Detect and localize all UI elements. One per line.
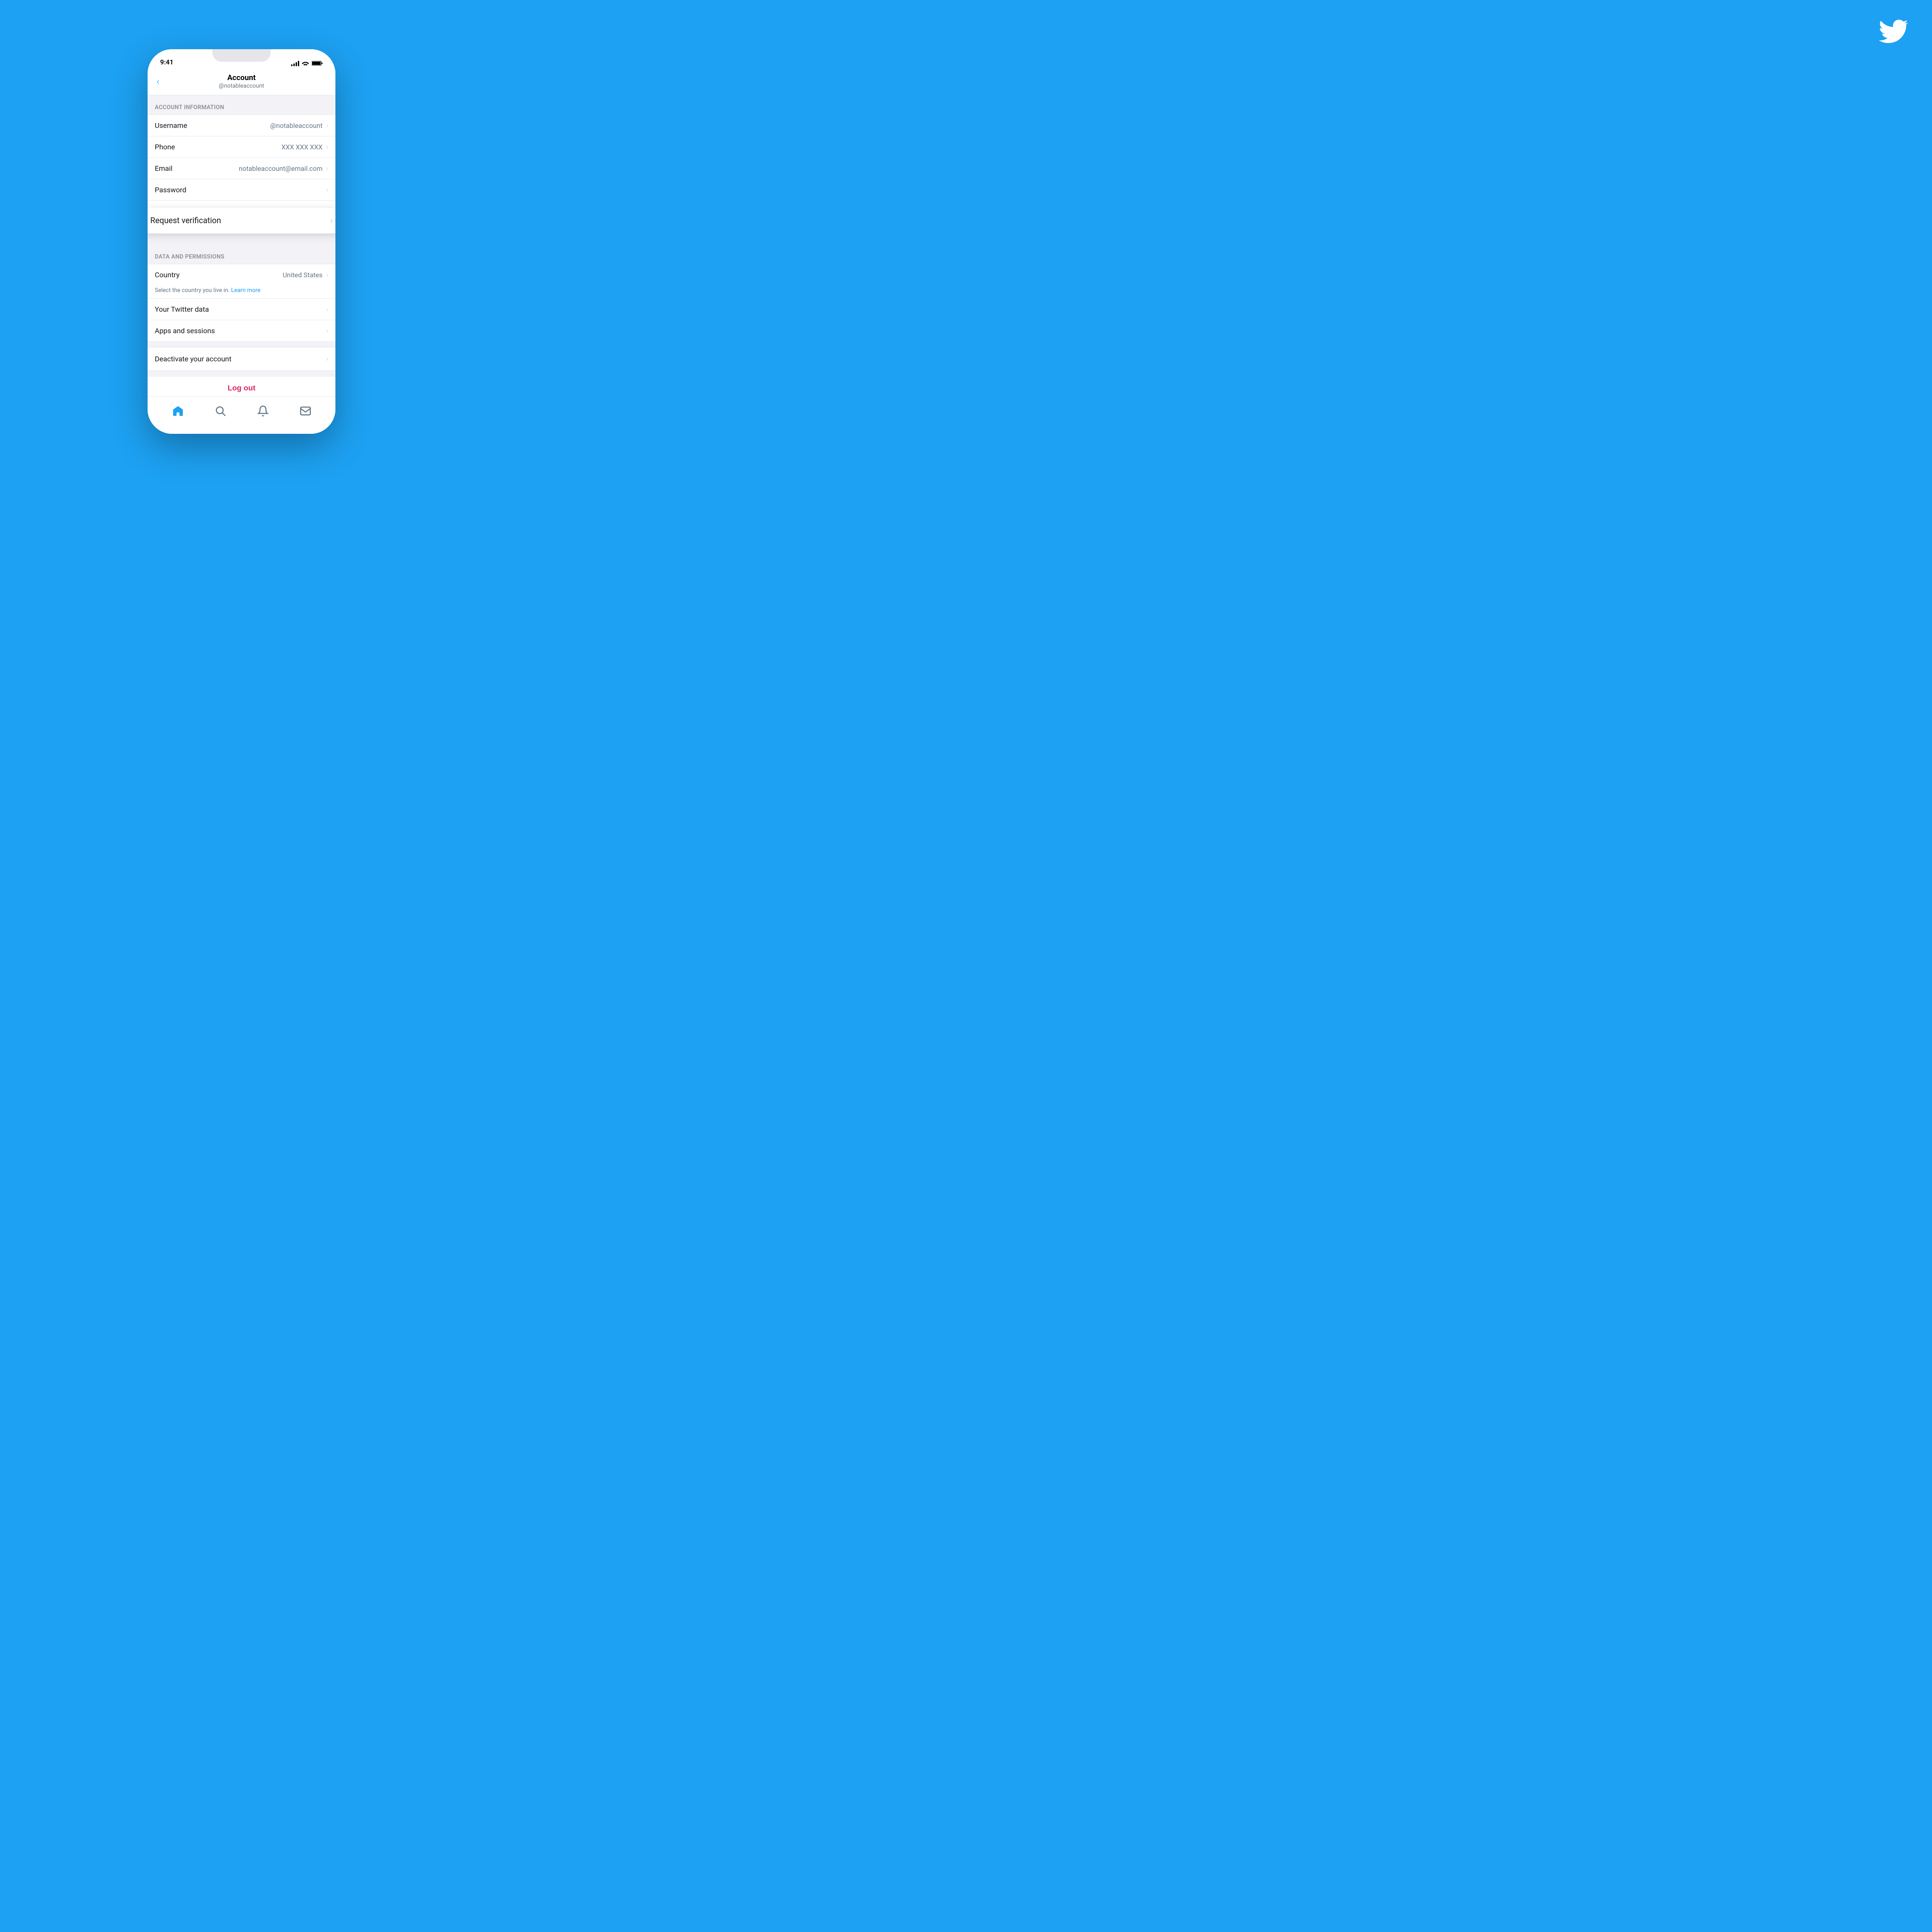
country-subtext: Select the country you live in. Learn mo… [148, 285, 335, 299]
status-time: 9:41 [160, 58, 174, 66]
status-icons [291, 60, 323, 66]
bell-icon [257, 405, 269, 417]
phone-wrapper: 9:41 [148, 49, 335, 434]
email-value: notableaccount@email.com [239, 165, 322, 173]
apps-sessions-label: Apps and sessions [155, 326, 326, 335]
username-chevron: › [326, 121, 328, 130]
account-information-section-header: Account information [148, 95, 335, 114]
phone-value: XXX XXX XXX [281, 143, 322, 151]
country-item-wrapper: Country United States › Select the count… [148, 264, 335, 299]
email-item[interactable]: Email notableaccount@email.com › [148, 158, 335, 179]
home-tab[interactable] [167, 401, 189, 421]
messages-tab[interactable] [294, 401, 317, 421]
account-information-group: Username @notableaccount › Phone XXX XXX… [148, 114, 335, 222]
phone-label: Phone [155, 143, 281, 151]
deactivate-group: Deactivate your account › [148, 347, 335, 371]
phone-frame: 9:41 [148, 49, 335, 434]
twitter-data-chevron: › [326, 305, 328, 314]
deactivate-chevron: › [326, 355, 328, 363]
settings-content: Account information Username @notableacc… [148, 95, 335, 412]
phone-chevron: › [326, 143, 328, 151]
search-icon [215, 405, 226, 417]
apps-sessions-chevron: › [326, 326, 328, 335]
signal-icon [291, 61, 299, 66]
username-item[interactable]: Username @notableaccount › [148, 115, 335, 136]
request-verification-label: Request verification [150, 216, 221, 225]
tab-bar [148, 396, 335, 434]
password-chevron: › [326, 186, 328, 194]
phone-notch [212, 49, 271, 62]
data-permissions-label: Data and permissions [155, 254, 225, 260]
password-item[interactable]: Password › [148, 179, 335, 201]
email-label: Email [155, 164, 239, 173]
username-label: Username [155, 121, 270, 130]
wifi-icon [302, 61, 309, 66]
country-chevron: › [326, 271, 328, 279]
country-label: Country [155, 271, 283, 279]
page-header: ‹ Account @notableaccount [148, 69, 335, 95]
country-item[interactable]: Country United States › [148, 264, 335, 285]
header-subtitle: @notableaccount [157, 83, 326, 89]
data-permissions-section-header: Data and permissions [148, 245, 335, 264]
logout-button[interactable]: Log out [228, 384, 255, 393]
apps-sessions-item[interactable]: Apps and sessions › [148, 320, 335, 341]
request-verification-chevron: › [330, 216, 333, 225]
battery-icon [312, 60, 323, 66]
search-tab[interactable] [209, 401, 232, 421]
deactivate-item[interactable]: Deactivate your account › [148, 347, 335, 370]
password-label: Password [155, 186, 326, 194]
phone-item[interactable]: Phone XXX XXX XXX › [148, 136, 335, 158]
deactivate-label: Deactivate your account [155, 355, 326, 363]
notifications-tab[interactable] [252, 401, 274, 421]
phone-screen: 9:41 [148, 49, 335, 434]
email-chevron: › [326, 164, 328, 173]
country-value: United States [283, 271, 322, 279]
twitter-data-label: Your Twitter data [155, 305, 326, 314]
header-title: Account [157, 73, 326, 82]
home-icon [172, 405, 184, 417]
mail-icon [300, 405, 311, 417]
twitter-data-item[interactable]: Your Twitter data › [148, 299, 335, 320]
username-value: @notableaccount [270, 122, 322, 130]
back-button[interactable]: ‹ [157, 76, 160, 88]
account-information-label: Account information [155, 104, 224, 111]
twitter-bird-icon [1878, 18, 1910, 43]
request-verification-pill[interactable]: Request verification › [148, 208, 335, 233]
data-permissions-group: Country United States › Select the count… [148, 264, 335, 342]
learn-more-link[interactable]: Learn more [231, 287, 261, 294]
